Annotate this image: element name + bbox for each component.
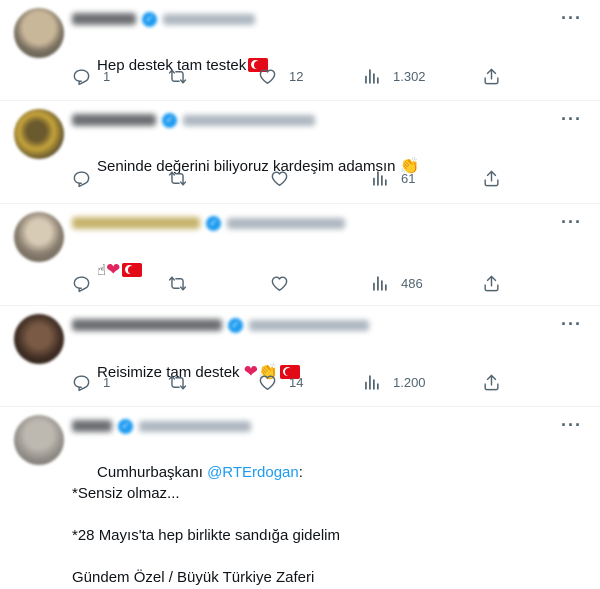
views-icon xyxy=(365,375,379,390)
reply-button[interactable]: 1 xyxy=(72,67,110,86)
reply-count: 1 xyxy=(103,375,111,390)
reply-button[interactable] xyxy=(72,169,91,188)
reply-button[interactable] xyxy=(72,274,91,293)
share-icon xyxy=(484,68,499,85)
views-count: 61 xyxy=(401,171,416,186)
share-icon xyxy=(484,275,499,292)
more-icon[interactable]: ··· xyxy=(561,415,582,436)
views-button[interactable]: 1.200 xyxy=(362,373,426,392)
tweet-text-suffix: : xyxy=(298,464,303,481)
author-handle[interactable] xyxy=(227,217,345,229)
tweet-header: ✓ xyxy=(72,417,251,435)
reply-icon xyxy=(73,69,90,86)
tweet-text-prefix: Cumhurbaşkanı xyxy=(97,464,208,481)
tweet-line: *Sensiz olmaz... xyxy=(72,485,180,502)
author-name[interactable] xyxy=(72,420,112,432)
like-button[interactable]: 12 xyxy=(258,67,303,86)
retweet-button[interactable] xyxy=(168,373,187,392)
reply-button[interactable]: 1 xyxy=(72,373,110,392)
reply-icon xyxy=(73,375,90,392)
verified-badge-icon: ✓ xyxy=(142,11,157,27)
share-icon xyxy=(484,374,499,391)
like-count: 14 xyxy=(289,375,304,390)
tweet[interactable]: ✓ ··· Cumhurbaşkanı @RTErdogan: *Sensiz … xyxy=(0,407,600,589)
retweet-button[interactable] xyxy=(168,274,187,293)
more-icon[interactable]: ··· xyxy=(561,212,582,233)
tweet[interactable]: ✓ ··· Hep destek tam testek 1 12 1.302 xyxy=(0,0,600,101)
like-button[interactable]: 14 xyxy=(258,373,303,392)
share-button[interactable] xyxy=(482,169,501,188)
author-handle[interactable] xyxy=(139,420,251,432)
author-handle[interactable] xyxy=(183,114,315,126)
author-name[interactable] xyxy=(72,114,156,126)
heart-icon xyxy=(259,375,276,390)
tweet[interactable]: ✓ ··· ☝❤ 486 xyxy=(0,204,600,306)
avatar[interactable] xyxy=(14,314,64,364)
avatar[interactable] xyxy=(14,212,64,262)
views-button[interactable]: 61 xyxy=(370,169,415,188)
views-button[interactable]: 486 xyxy=(370,274,423,293)
verified-badge-icon: ✓ xyxy=(118,418,133,434)
avatar[interactable] xyxy=(14,415,64,465)
views-button[interactable]: 1.302 xyxy=(362,67,426,86)
views-count: 1.200 xyxy=(393,375,426,390)
retweet-button[interactable] xyxy=(168,67,199,86)
retweet-button[interactable] xyxy=(168,169,187,188)
retweet-icon xyxy=(168,171,187,186)
retweet-icon xyxy=(168,276,187,291)
tweet-header: ✓ xyxy=(72,316,369,334)
tweet[interactable]: ✓ ··· Seninde değerini biliyoruz kardeşi… xyxy=(0,101,600,204)
tweet[interactable]: ✓ ··· Reisimize tam destek ❤👏 1 14 1.200 xyxy=(0,306,600,407)
like-count: 12 xyxy=(289,69,304,84)
verified-badge-icon: ✓ xyxy=(206,215,221,231)
share-button[interactable] xyxy=(482,67,501,86)
tweet-actions: 61 xyxy=(72,169,512,193)
more-icon[interactable]: ··· xyxy=(561,109,582,130)
retweet-icon xyxy=(168,69,187,84)
author-name[interactable] xyxy=(72,217,200,229)
views-icon xyxy=(373,276,387,291)
tweet-header: ✓ xyxy=(72,111,315,129)
tweet-line: Gündem Özel / Büyük Türkiye Zaferi xyxy=(72,569,315,586)
reply-count: 1 xyxy=(103,69,111,84)
verified-badge-icon: ✓ xyxy=(228,317,243,333)
views-count: 1.302 xyxy=(393,69,426,84)
share-button[interactable] xyxy=(482,274,501,293)
tweet-actions: 1 14 1.200 xyxy=(72,373,512,397)
heart-icon xyxy=(259,69,276,84)
avatar[interactable] xyxy=(14,109,64,159)
tweet-header: ✓ xyxy=(72,10,255,28)
tweet-actions: 486 xyxy=(72,274,512,298)
author-handle[interactable] xyxy=(163,13,255,25)
author-handle[interactable] xyxy=(249,319,369,331)
author-name[interactable] xyxy=(72,319,222,331)
avatar[interactable] xyxy=(14,8,64,58)
tweet-header: ✓ xyxy=(72,214,345,232)
views-count: 486 xyxy=(401,276,423,291)
retweet-icon xyxy=(168,375,187,390)
tweet-actions: 1 12 1.302 xyxy=(72,67,512,91)
tweet-timeline: ✓ ··· Hep destek tam testek 1 12 1.302 ✓… xyxy=(0,0,600,589)
share-button[interactable] xyxy=(482,373,501,392)
heart-icon xyxy=(271,276,288,291)
like-button[interactable] xyxy=(270,169,289,188)
more-icon[interactable]: ··· xyxy=(561,8,582,29)
views-icon xyxy=(373,171,387,186)
reply-icon xyxy=(73,276,90,293)
mention-link[interactable]: @RTErdogan xyxy=(207,464,299,481)
verified-badge-icon: ✓ xyxy=(162,112,177,128)
reply-icon xyxy=(73,171,90,188)
like-button[interactable] xyxy=(270,274,289,293)
author-name[interactable] xyxy=(72,13,136,25)
views-icon xyxy=(365,69,379,84)
share-icon xyxy=(484,170,499,187)
more-icon[interactable]: ··· xyxy=(561,314,582,335)
heart-icon xyxy=(271,171,288,186)
tweet-line: *28 Mayıs'ta hep birlikte sandığa gideli… xyxy=(72,527,341,544)
